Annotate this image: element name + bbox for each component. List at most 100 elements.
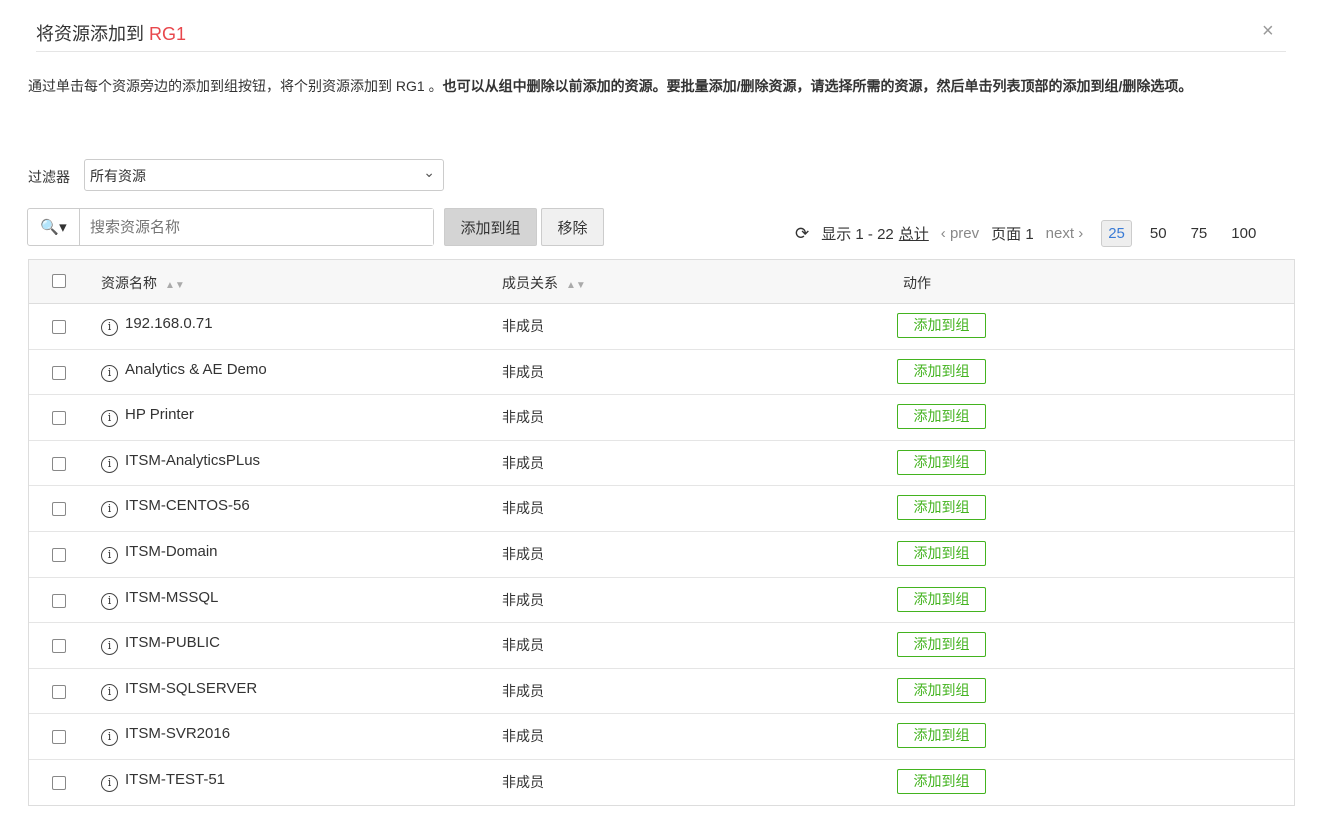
info-icon[interactable]: i (101, 729, 118, 747)
row-checkbox[interactable] (52, 365, 66, 380)
resource-name-label: ITSM-Domain (125, 542, 218, 560)
add-to-group-row-button[interactable]: 添加到组 (897, 358, 986, 384)
membership-status: 非成员 (502, 591, 544, 608)
membership-status: 非成员 (502, 318, 544, 334)
membership-status: 非成员 (502, 363, 544, 380)
add-to-group-row-button[interactable]: 添加到组 (897, 540, 986, 566)
remove-button[interactable]: 移除 (541, 208, 604, 246)
header-action: 动作 (903, 275, 931, 291)
info-icon[interactable]: i (101, 501, 118, 519)
info-icon[interactable]: i (101, 683, 118, 701)
header-membership[interactable]: 成员关系 ▲▼ (502, 273, 586, 293)
row-checkbox[interactable] (52, 730, 66, 745)
total-link[interactable]: 总计 (899, 223, 929, 244)
next-label: next (1045, 225, 1075, 242)
membership-status: 非成员 (502, 409, 544, 426)
resource-name: i ITSM-SQLSERVER (101, 680, 257, 701)
page-size-50[interactable]: 50 (1144, 221, 1173, 246)
sort-icon: ▲▼ (566, 280, 586, 291)
refresh-icon[interactable]: ⟳ (795, 224, 809, 244)
table-row: i ITSM-MSSQL 非成员 添加到组 (29, 578, 1294, 624)
resource-name: i ITSM-SVR2016 (101, 725, 231, 747)
close-icon[interactable]: × (1262, 20, 1274, 43)
sort-icon: ▲▼ (165, 280, 185, 291)
prev-button[interactable]: ‹ prev (941, 225, 979, 242)
row-checkbox[interactable] (52, 593, 66, 608)
info-icon[interactable]: i (101, 319, 118, 336)
resource-name: i ITSM-TEST-51 (101, 771, 225, 792)
chevron-down-icon: ⌄ (423, 164, 435, 180)
add-to-group-button[interactable]: 添加到组 (444, 208, 537, 246)
header-name[interactable]: 资源名称 ▲▼ (101, 273, 185, 293)
resource-name: i 192.168.0.71 (101, 315, 213, 336)
resource-name-label: ITSM-SQLSERVER (125, 679, 258, 697)
resource-name-label: ITSM-MSSQL (125, 588, 219, 606)
showing-range: 显示 1 - 22 (821, 226, 894, 243)
add-to-group-row-button[interactable]: 添加到组 (897, 449, 986, 475)
add-to-group-row-button[interactable]: 添加到组 (897, 632, 986, 658)
add-to-group-row-button[interactable]: 添加到组 (897, 677, 986, 703)
header-name-label: 资源名称 (101, 275, 157, 291)
divider (36, 51, 1286, 52)
resource-name: i ITSM-PUBLIC (101, 634, 221, 656)
add-to-group-row-button[interactable]: 添加到组 (897, 723, 986, 749)
filter-value: 所有资源 (90, 168, 146, 184)
page-size-25[interactable]: 25 (1101, 220, 1132, 247)
resource-name-label: ITSM-AnalyticsPLus (125, 451, 261, 469)
add-to-group-row-button[interactable]: 添加到组 (897, 404, 986, 430)
membership-status: 非成员 (502, 682, 544, 699)
info-icon[interactable]: i (101, 774, 118, 792)
resource-name-label: HP Printer (125, 406, 194, 424)
row-checkbox[interactable] (52, 411, 66, 426)
table-row: i ITSM-AnalyticsPLus 非成员 添加到组 (29, 441, 1294, 487)
membership-status: 非成员 (502, 454, 544, 471)
membership-status: 非成员 (502, 500, 544, 517)
resource-name-label: Analytics & AE Demo (125, 360, 267, 378)
table-row: i ITSM-PUBLIC 非成员 添加到组 (29, 623, 1294, 669)
table-row: i ITSM-CENTOS-56 非成员 添加到组 (29, 486, 1294, 532)
info-icon[interactable]: i (101, 638, 118, 656)
description-bold: 也可以从组中删除以前添加的资源。要批量添加/删除资源，请选择所需的资源，然后单击… (442, 78, 1193, 94)
page-size-100[interactable]: 100 (1225, 221, 1262, 246)
resource-name-label: ITSM-SVR2016 (125, 725, 231, 743)
resource-name: i HP Printer (101, 406, 194, 428)
add-to-group-row-button[interactable]: 添加到组 (897, 313, 986, 338)
page-indicator: 页面 1 (991, 226, 1034, 243)
next-button[interactable]: next › (1046, 225, 1084, 242)
add-to-group-row-button[interactable]: 添加到组 (897, 768, 986, 794)
row-checkbox[interactable] (52, 502, 66, 517)
row-checkbox[interactable] (52, 456, 66, 471)
select-all-checkbox[interactable] (52, 274, 66, 288)
row-checkbox[interactable] (52, 547, 66, 562)
table-row: i ITSM-SVR2016 非成员 添加到组 (29, 714, 1294, 760)
table-row: i HP Printer 非成员 添加到组 (29, 395, 1294, 441)
info-icon[interactable]: i (101, 364, 118, 382)
row-checkbox[interactable] (52, 320, 66, 334)
resource-name-label: ITSM-PUBLIC (125, 634, 221, 652)
search-box: 🔍▾ (27, 208, 434, 246)
info-icon[interactable]: i (101, 546, 118, 564)
table-row: i ITSM-SQLSERVER 非成员 添加到组 (29, 669, 1294, 715)
search-input[interactable] (80, 209, 433, 245)
filter-label: 过滤器 (28, 169, 70, 185)
info-icon[interactable]: i (101, 455, 118, 473)
search-icon[interactable]: 🔍▾ (28, 209, 80, 245)
info-icon[interactable]: i (101, 410, 118, 428)
membership-status: 非成员 (502, 637, 544, 654)
table-row: i 192.168.0.71 非成员 添加到组 (29, 304, 1294, 350)
membership-status: 非成员 (502, 728, 544, 745)
row-checkbox[interactable] (52, 684, 66, 699)
table-row: i ITSM-Domain 非成员 添加到组 (29, 532, 1294, 578)
title-text: 将资源添加到 (36, 24, 150, 44)
filter-select[interactable]: 所有资源 ⌄ (84, 159, 444, 191)
row-checkbox[interactable] (52, 775, 66, 790)
row-checkbox[interactable] (52, 639, 66, 654)
description: 通过单击每个资源旁边的添加到组按钮，将个别资源添加到 RG1 。也可以从组中删除… (28, 75, 1298, 98)
add-to-group-row-button[interactable]: 添加到组 (897, 495, 986, 521)
dialog-title: 将资源添加到 RG1 (36, 20, 186, 46)
header-membership-label: 成员关系 (502, 275, 558, 291)
info-icon[interactable]: i (101, 592, 118, 610)
add-to-group-row-button[interactable]: 添加到组 (897, 586, 986, 612)
membership-status: 非成员 (502, 773, 544, 790)
page-size-75[interactable]: 75 (1185, 221, 1214, 246)
